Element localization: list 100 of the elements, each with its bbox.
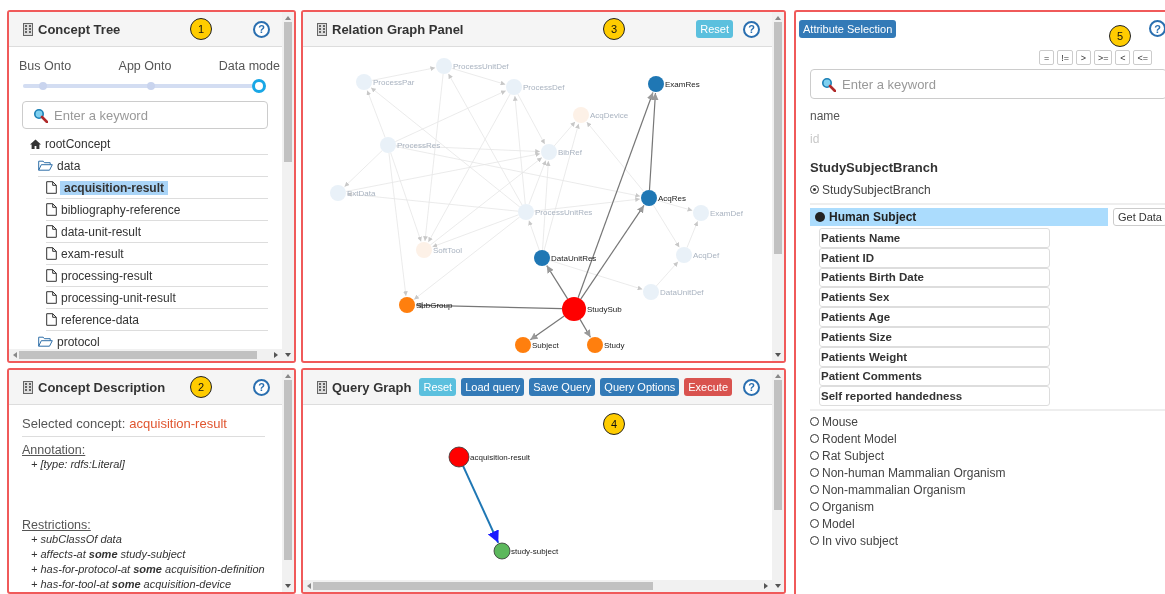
radio-button[interactable]	[810, 536, 819, 546]
operator-button[interactable]: <	[1115, 50, 1131, 65]
annotation-item: + [type: rdfs:Literal]	[31, 457, 126, 472]
folder-icon	[38, 160, 53, 171]
node-label: ProcessDef	[523, 83, 565, 92]
horizontal-scrollbar[interactable]	[303, 580, 772, 592]
radio-label[interactable]: In vivo subject	[822, 533, 899, 548]
attribute-item[interactable]: Patients Age	[819, 307, 1050, 327]
radio-label[interactable]: Non-human Mammalian Organism	[822, 465, 1006, 480]
toolbar-button[interactable]: Execute	[684, 378, 732, 396]
graph-node[interactable]	[506, 79, 522, 95]
tree-item[interactable]: acquisition-result	[60, 180, 168, 195]
radio-button[interactable]	[810, 502, 819, 512]
vertical-scrollbar[interactable]	[282, 12, 294, 361]
graph-node[interactable]	[676, 247, 692, 263]
radio-button[interactable]	[810, 468, 819, 478]
ontology-slider[interactable]	[22, 79, 266, 93]
file-icon	[46, 247, 57, 260]
slider-stop[interactable]	[39, 82, 48, 90]
horizontal-scrollbar[interactable]	[9, 349, 282, 361]
radio-label[interactable]: Mouse	[822, 414, 859, 429]
radio-label[interactable]: Organism	[822, 499, 874, 514]
field-label[interactable]: name	[810, 109, 1165, 123]
radio-button[interactable]	[810, 451, 819, 461]
tree-item[interactable]: data	[56, 158, 84, 173]
operator-button[interactable]: =	[1039, 50, 1055, 65]
selected-row[interactable]: Human Subject	[810, 208, 1108, 226]
help-button[interactable]: ?	[1149, 20, 1165, 37]
tree-item[interactable]: data-unit-result	[60, 224, 145, 239]
graph-node[interactable]	[518, 204, 534, 220]
attribute-item[interactable]: Patients Name	[819, 228, 1050, 248]
number-badge: 2	[190, 376, 212, 398]
toolbar-button[interactable]: Save Query	[529, 378, 596, 396]
vertical-scrollbar[interactable]	[772, 370, 784, 592]
radio-label[interactable]: StudySubjectBranch	[822, 182, 931, 197]
attribute-item[interactable]: Patient Comments	[819, 366, 1050, 387]
radio-label[interactable]: Model	[822, 516, 855, 531]
graph-node[interactable]	[416, 242, 432, 258]
tree-item[interactable]: rootConcept	[44, 136, 114, 151]
section-heading: Annotation:	[22, 443, 87, 457]
radio-button[interactable]	[810, 519, 819, 529]
node-label: acquisition-result	[470, 453, 531, 462]
graph-node[interactable]	[641, 190, 657, 206]
graph-node[interactable]	[643, 284, 659, 300]
tree-item[interactable]: reference-data	[60, 312, 143, 327]
number-badge: 3	[603, 18, 625, 40]
tree-item[interactable]: protocol	[56, 334, 103, 349]
graph-node[interactable]	[330, 185, 346, 201]
radio-button[interactable]	[810, 417, 819, 427]
help-button[interactable]: ?	[253, 378, 270, 396]
operator-button[interactable]: >=	[1093, 50, 1113, 65]
radio-label[interactable]: Non-mammalian Organism	[822, 482, 966, 497]
attribute-selection-button[interactable]: Attribute Selection	[799, 19, 897, 38]
graph-node[interactable]	[399, 297, 415, 313]
radio-label[interactable]: Rodent Model	[822, 431, 897, 446]
graph-node[interactable]	[448, 446, 470, 468]
graph-node[interactable]	[693, 205, 709, 221]
toolbar-button[interactable]: Load query	[461, 378, 525, 396]
attribute-item[interactable]: Self reported handedness	[819, 386, 1050, 407]
graph-node[interactable]	[493, 542, 511, 560]
graph-node[interactable]	[356, 74, 372, 90]
building-icon	[23, 22, 33, 36]
operator-button[interactable]: >	[1075, 50, 1091, 65]
graph-node[interactable]	[534, 250, 550, 266]
vertical-scrollbar[interactable]	[772, 12, 784, 361]
graph-node[interactable]	[436, 58, 452, 74]
search-field[interactable]: Enter a keyword	[22, 101, 268, 129]
graph-node[interactable]	[648, 76, 664, 92]
attribute-item[interactable]: Patients Size	[819, 327, 1050, 347]
operator-button[interactable]: <=	[1133, 50, 1152, 65]
tree-item[interactable]: processing-unit-result	[60, 290, 179, 305]
building-icon	[317, 22, 327, 36]
graph-node[interactable]	[541, 144, 557, 160]
slider-stop[interactable]	[147, 82, 155, 90]
tree-item[interactable]: bibliography-reference	[60, 202, 184, 217]
tree-item[interactable]: processing-result	[60, 268, 156, 283]
radio-label[interactable]: Rat Subject	[822, 448, 885, 463]
number-badge: 4	[603, 413, 625, 435]
attribute-item[interactable]: Patient ID	[819, 247, 1050, 268]
vertical-scrollbar[interactable]	[282, 370, 294, 592]
radio-button[interactable]	[810, 185, 819, 194]
operator-button[interactable]: !=	[1057, 50, 1073, 65]
section-heading: StudySubjectBranch	[810, 160, 939, 175]
help-button[interactable]: ?	[743, 20, 760, 38]
get-data-button[interactable]: Get Data	[1112, 208, 1165, 226]
help-button[interactable]: ?	[253, 20, 270, 38]
graph-node[interactable]	[573, 107, 589, 123]
tree-item[interactable]: exam-result	[60, 246, 127, 261]
attribute-item[interactable]: Patients Sex	[819, 287, 1050, 308]
toolbar-button[interactable]: Query Options	[600, 378, 680, 396]
graph-node[interactable]	[562, 297, 586, 321]
radio-button[interactable]	[810, 485, 819, 495]
help-button[interactable]: ?	[743, 378, 760, 396]
attribute-item[interactable]: Patients Weight	[819, 346, 1050, 367]
slider-stop[interactable]	[252, 79, 266, 93]
radio-button[interactable]	[810, 434, 819, 444]
graph-node[interactable]	[587, 337, 603, 353]
graph-node[interactable]	[515, 337, 531, 353]
search-field[interactable]: Enter a keyword	[810, 69, 1165, 99]
attribute-item[interactable]: Patients Birth Date	[819, 267, 1050, 288]
